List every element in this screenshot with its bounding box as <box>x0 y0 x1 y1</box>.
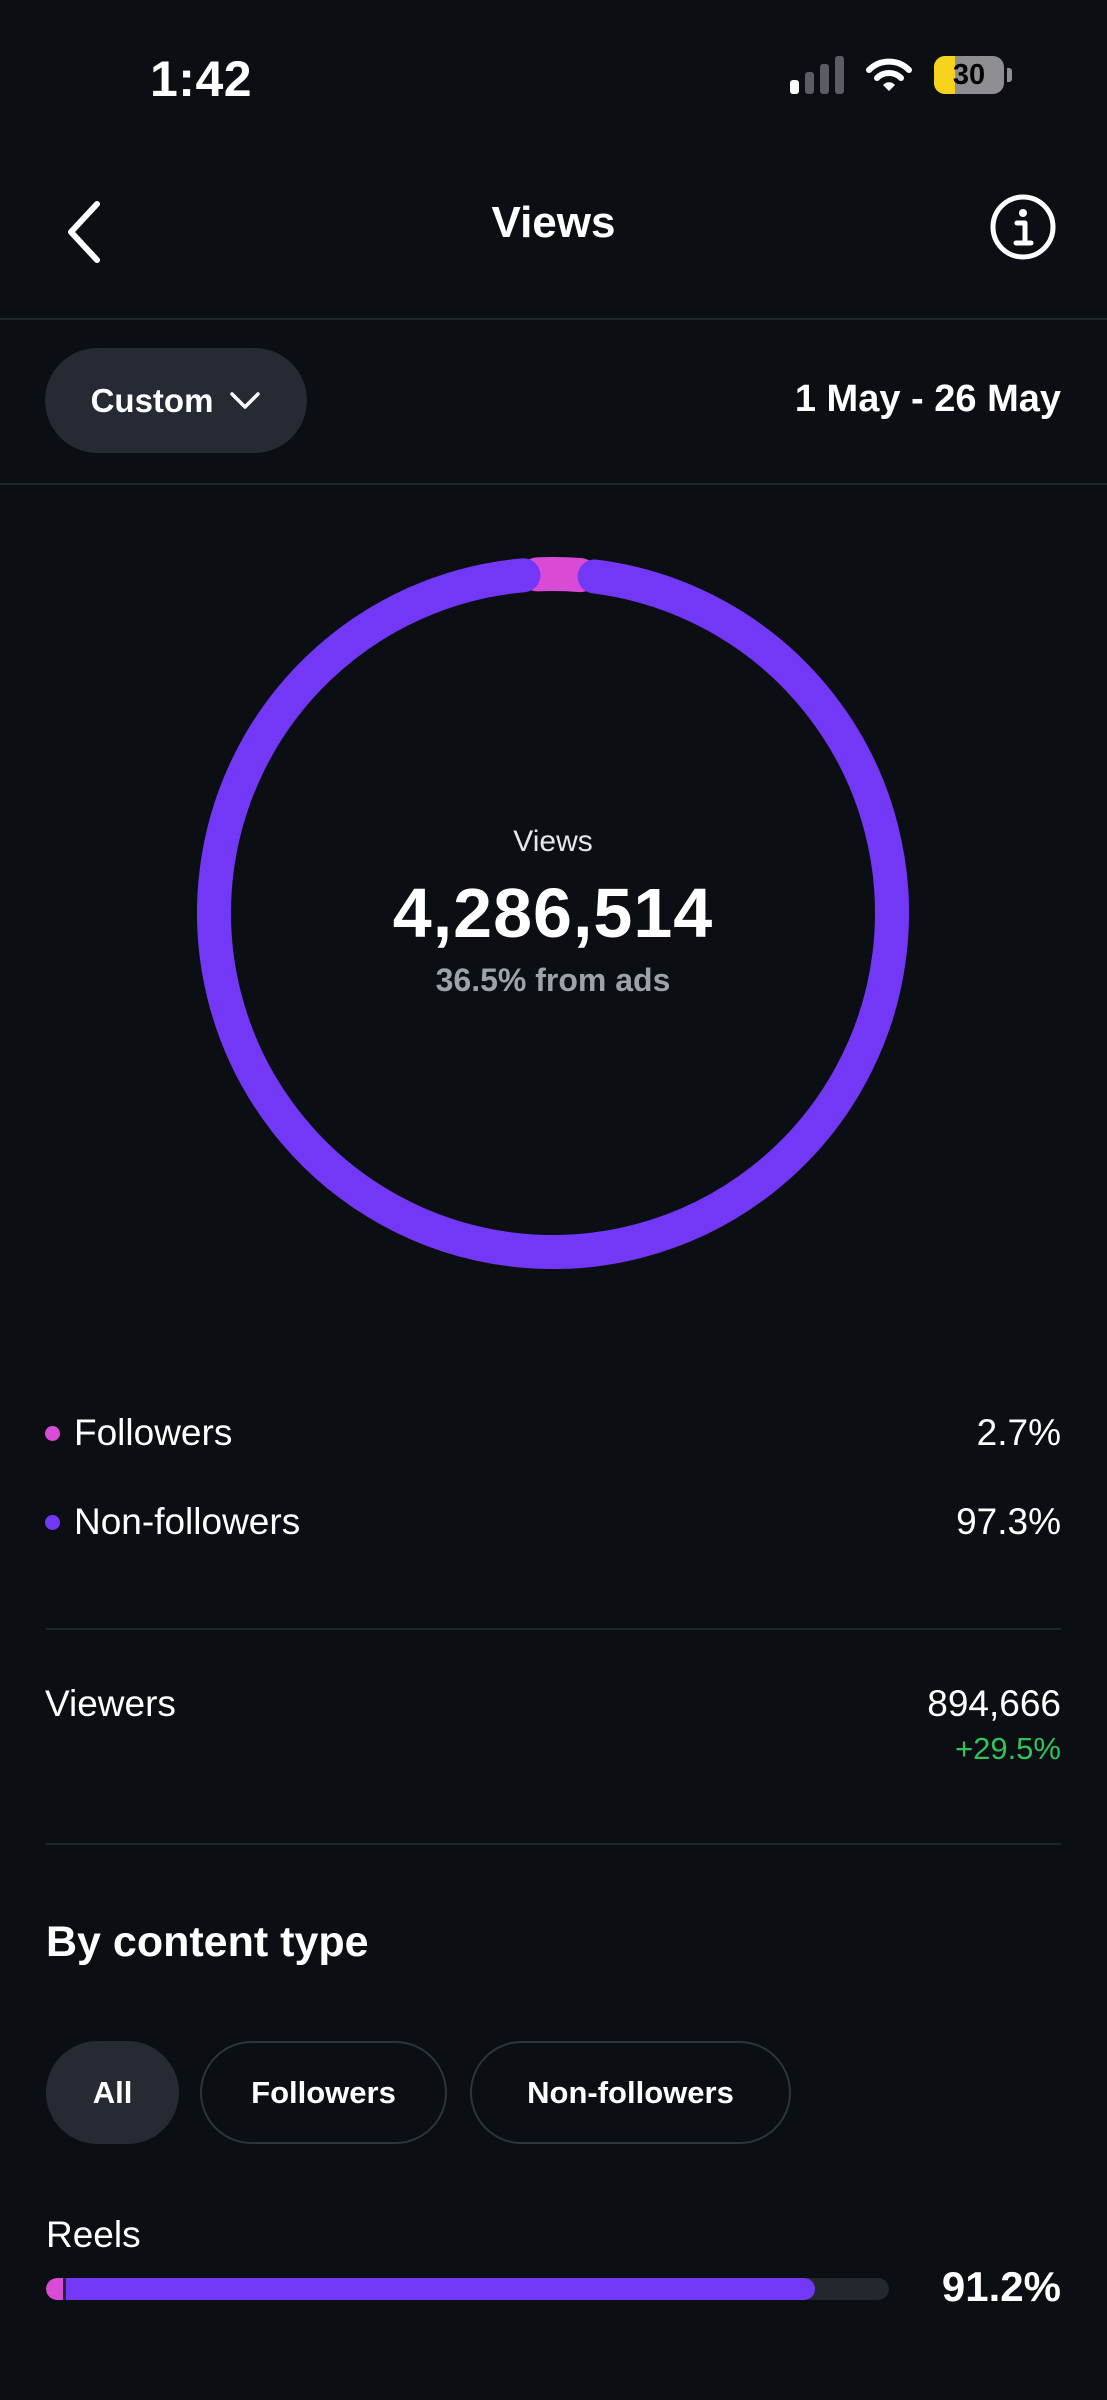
date-range-text: 1 May - 26 May <box>794 378 1061 420</box>
battery-icon: 30 <box>934 56 1012 94</box>
status-time: 1:42 <box>150 51 253 107</box>
chevron-down-icon <box>230 391 261 409</box>
non-followers-dot-icon <box>45 1514 60 1530</box>
viewers-label: Viewers <box>45 1683 176 1724</box>
viewers-value: 894,666 <box>927 1683 1061 1724</box>
legend-divider <box>46 1628 1061 1630</box>
reels-progress-bar <box>46 2278 889 2300</box>
header-divider <box>0 318 1107 320</box>
legend-row-non-followers: Non-followers 97.3% <box>45 1492 1061 1552</box>
page-title: Views <box>491 198 616 247</box>
tab-followers[interactable]: Followers <box>200 2041 447 2144</box>
legend-value: 2.7% <box>976 1412 1061 1453</box>
tab-all[interactable]: All <box>46 2041 179 2144</box>
donut-label: Views <box>513 825 593 858</box>
cellular-signal-icon <box>790 56 844 94</box>
tab-non-followers[interactable]: Non-followers <box>470 2041 791 2144</box>
filter-divider <box>0 483 1107 485</box>
info-icon <box>990 194 1056 260</box>
legend-label: Followers <box>74 1412 233 1453</box>
reels-label: Reels <box>46 2214 141 2255</box>
info-button[interactable] <box>989 193 1057 261</box>
legend-row-followers: Followers 2.7% <box>45 1403 1061 1463</box>
wifi-icon <box>866 58 912 91</box>
reels-non-followers-segment <box>65 2278 815 2300</box>
reels-followers-segment <box>46 2278 63 2300</box>
status-icons: 30 <box>790 56 1012 94</box>
battery-level: 30 <box>952 58 986 91</box>
section-title: By content type <box>46 1918 369 1966</box>
legend-label: Non-followers <box>74 1501 301 1542</box>
viewers-change: +29.5% <box>954 1731 1061 1766</box>
reels-percentage: 91.2% <box>941 2263 1061 2310</box>
legend-value: 97.3% <box>956 1501 1061 1542</box>
date-range-dropdown-label: Custom <box>90 381 214 419</box>
date-range-dropdown[interactable]: Custom <box>45 348 307 453</box>
ads-share-text: 36.5% from ads <box>435 962 671 998</box>
total-views-value: 4,286,514 <box>392 874 714 952</box>
followers-dot-icon <box>45 1425 60 1441</box>
viewers-divider <box>46 1843 1061 1845</box>
